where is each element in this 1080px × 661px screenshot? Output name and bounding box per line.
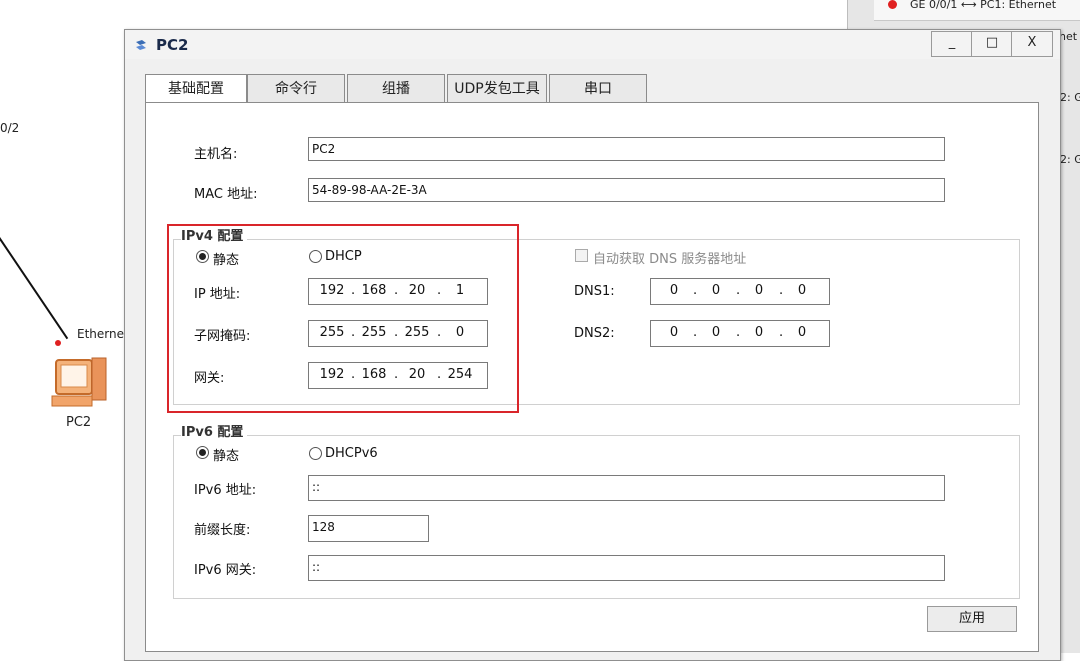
tab-multicast[interactable]: 组播 <box>347 74 445 103</box>
dns1-input[interactable]: 0 . 0 . 0 . 0 <box>650 278 830 305</box>
ipv6-address-input[interactable]: :: <box>308 475 945 501</box>
dns2-input[interactable]: 0 . 0 . 0 . 0 <box>650 320 830 347</box>
link-label: Ethernet <box>77 327 129 341</box>
ipv6-gateway-label: IPv6 网关: <box>194 563 257 578</box>
ipv6-group-title: IPv6 配置 <box>181 421 248 440</box>
ipv6-dhcp-radio[interactable] <box>309 447 322 460</box>
ipv6-address-label: IPv6 地址: <box>194 483 257 498</box>
auto-dns-label: 自动获取 DNS 服务器地址 <box>593 252 747 267</box>
auto-dns-checkbox[interactable] <box>575 249 588 262</box>
ipv6-gateway-input[interactable]: :: <box>308 555 945 581</box>
prefix-length-label: 前缀长度: <box>194 523 251 538</box>
minimize-button[interactable]: _ <box>931 31 973 57</box>
pc-device-icon[interactable] <box>48 352 112 412</box>
tab-command-line[interactable]: 命令行 <box>247 74 345 103</box>
ipv6-static-radio[interactable] <box>196 446 209 459</box>
mac-label: MAC 地址: <box>194 187 258 202</box>
dns1-label: DNS1: <box>574 284 615 299</box>
interface-label: 0/2 <box>0 121 20 135</box>
prefix-length-input[interactable]: 128 <box>308 515 429 542</box>
ipv6-dhcp-label: DHCPv6 <box>325 446 378 461</box>
hostname-input[interactable]: PC2 <box>308 137 945 161</box>
ipv6-static-label: 静态 <box>213 449 240 464</box>
topology-link <box>0 237 69 340</box>
dns2-label: DNS2: <box>574 326 615 341</box>
hostname-label: 主机名: <box>194 147 238 162</box>
link-list-row[interactable]: GE 0/0/1 ⟷ PC1: Ethernet <box>874 0 1080 21</box>
tab-udp-tool[interactable]: UDP发包工具 <box>447 74 547 103</box>
device-label: PC2 <box>66 415 92 430</box>
maximize-button[interactable]: □ <box>971 31 1013 57</box>
tab-basic-config[interactable]: 基础配置 <box>145 74 247 104</box>
mac-input[interactable]: 54-89-98-AA-2E-3A <box>308 178 945 202</box>
dialog-title: PC2 <box>156 36 189 54</box>
app-icon <box>136 40 146 50</box>
link-status-dot <box>55 340 61 346</box>
link-status-dot <box>888 0 897 9</box>
apply-button[interactable]: 应用 <box>927 606 1017 632</box>
tab-serial[interactable]: 串口 <box>549 74 647 103</box>
title-bar[interactable]: PC2 _ □ X <box>125 30 1060 59</box>
highlight-box <box>167 224 519 413</box>
close-button[interactable]: X <box>1011 31 1053 57</box>
